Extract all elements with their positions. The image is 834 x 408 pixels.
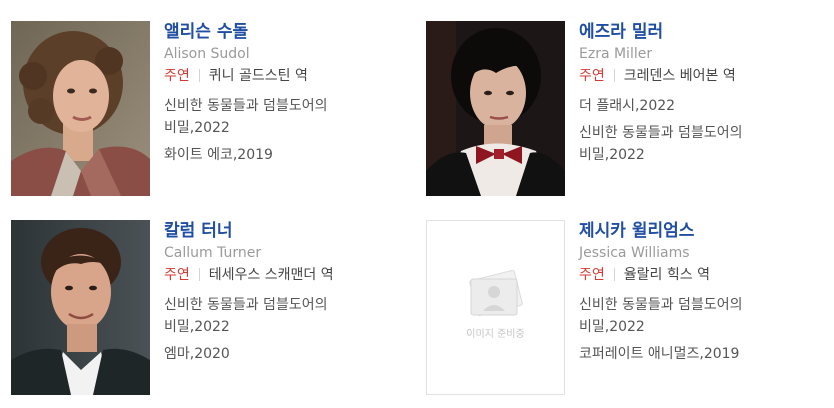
cast-card: 칼럼 터너 Callum Turner 주연 테세우스 스캐맨더 역 신비한 동물… (11, 220, 421, 400)
actor-name-ko[interactable]: 앨리슨 수돌 (164, 21, 414, 43)
filmography-item[interactable]: 신비한 동물들과 덤블도어의 비밀,2022 (579, 122, 811, 166)
filmography-list: 신비한 동물들과 덤블도어의 비밀,2022 화이트 에코,2019 (164, 95, 414, 166)
role-label: 주연 (579, 267, 605, 283)
actor-name-en: Alison Sudol (164, 46, 250, 62)
image-placeholder-icon: 이미지 준비중 (466, 269, 525, 340)
role-label: 주연 (579, 68, 605, 84)
actor-name-en: Callum Turner (164, 245, 262, 261)
actor-photo[interactable] (11, 21, 150, 196)
filmography-list: 신비한 동물들과 덤블도어의 비밀,2022 엠마,2020 (164, 294, 414, 365)
actor-name-ko[interactable]: 제시카 윌리엄스 (579, 220, 829, 242)
filmography-item[interactable]: 화이트 에코,2019 (164, 144, 396, 166)
role-label: 주연 (164, 68, 190, 84)
filmography-item[interactable]: 신비한 동물들과 덤블도어의 비밀,2022 (164, 294, 396, 338)
filmography-item[interactable]: 코퍼레이트 애니멀즈,2019 (579, 343, 811, 365)
actor-photo-image (11, 21, 150, 196)
role-row: 주연 퀴니 골드스틴 역 (164, 65, 414, 87)
filmography-list: 더 플래시,2022 신비한 동물들과 덤블도어의 비밀,2022 (579, 95, 829, 166)
filmography-item[interactable]: 신비한 동물들과 덤블도어의 비밀,2022 (164, 95, 396, 139)
actor-name-en: Jessica Williams (579, 245, 690, 261)
filmography-list: 신비한 동물들과 덤블도어의 비밀,2022 코퍼레이트 애니멀즈,2019 (579, 294, 829, 365)
placeholder-text: 이미지 준비중 (466, 328, 524, 340)
actor-info: 에즈라 밀러 Ezra Miller 주연 크레덴스 베어본 역 더 플래시,20… (579, 21, 829, 171)
actor-photo[interactable] (11, 220, 150, 395)
role-row: 주연 크레덴스 베어본 역 (579, 65, 829, 87)
actor-photo-placeholder[interactable]: 이미지 준비중 (426, 220, 565, 395)
actor-info: 제시카 윌리엄스 Jessica Williams 주연 율랄리 힉스 역 신비한… (579, 220, 829, 370)
role-row: 주연 율랄리 힉스 역 (579, 264, 829, 286)
character-name: 테세우스 스캐맨더 역 (208, 267, 334, 283)
actor-info: 칼럼 터너 Callum Turner 주연 테세우스 스캐맨더 역 신비한 동물… (164, 220, 414, 370)
actor-name-en: Ezra Miller (579, 46, 653, 62)
divider (613, 69, 615, 82)
actor-photo[interactable] (426, 21, 565, 196)
cast-card: 에즈라 밀러 Ezra Miller 주연 크레덴스 베어본 역 더 플래시,20… (426, 21, 834, 201)
actor-photo-image (11, 220, 150, 395)
divider (198, 69, 200, 82)
character-name: 율랄리 힉스 역 (623, 267, 710, 283)
actor-name-ko[interactable]: 에즈라 밀러 (579, 21, 829, 43)
cast-card: 이미지 준비중 제시카 윌리엄스 Jessica Williams 주연 율랄리 … (426, 220, 834, 400)
filmography-item[interactable]: 엠마,2020 (164, 343, 396, 365)
character-name: 크레덴스 베어본 역 (623, 68, 736, 84)
filmography-item[interactable]: 더 플래시,2022 (579, 95, 811, 117)
actor-info: 앨리슨 수돌 Alison Sudol 주연 퀴니 골드스틴 역 신비한 동물들과… (164, 21, 414, 171)
cast-card: 앨리슨 수돌 Alison Sudol 주연 퀴니 골드스틴 역 신비한 동물들과… (11, 21, 421, 201)
filmography-item[interactable]: 신비한 동물들과 덤블도어의 비밀,2022 (579, 294, 811, 338)
divider (198, 268, 200, 281)
divider (613, 268, 615, 281)
role-label: 주연 (164, 267, 190, 283)
actor-name-ko[interactable]: 칼럼 터너 (164, 220, 414, 242)
actor-photo-image (426, 21, 565, 196)
character-name: 퀴니 골드스틴 역 (208, 68, 308, 84)
role-row: 주연 테세우스 스캐맨더 역 (164, 264, 414, 286)
